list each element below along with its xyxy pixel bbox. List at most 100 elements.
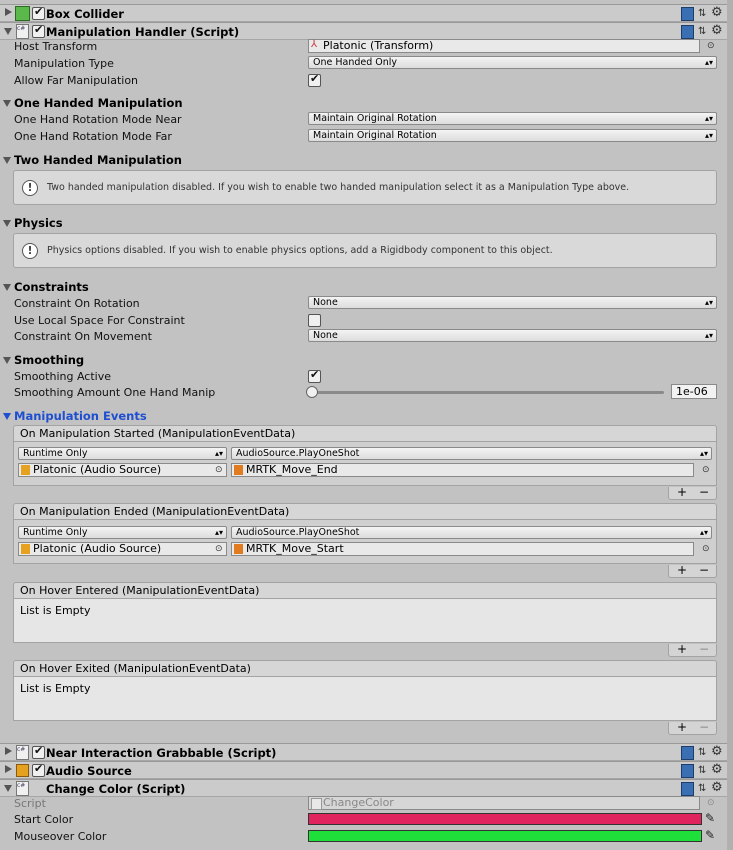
started-target-field[interactable]: Platonic (Audio Source) (18, 463, 227, 477)
change-color-header[interactable]: c# Change Color (Script) ⇅ ⚙ (0, 779, 733, 797)
object-picker-icon[interactable]: ⊙ (215, 544, 223, 554)
allow-far-checkbox[interactable] (308, 72, 321, 87)
near-interaction-enabled-checkbox[interactable] (32, 744, 45, 759)
dropdown-arrow-icon: ▴▾ (699, 449, 708, 458)
foldout-arrow-icon[interactable] (3, 357, 11, 364)
started-runtime-value: Runtime Only (23, 448, 88, 459)
foldout-arrow-icon[interactable] (5, 747, 12, 755)
ended-target-field[interactable]: Platonic (Audio Source) (18, 542, 227, 556)
foldout-arrow-icon[interactable] (3, 284, 11, 291)
foldout-arrow-icon[interactable] (5, 8, 12, 16)
local-space-checkbox[interactable] (308, 314, 321, 327)
ended-arg-field[interactable]: MRTK_Move_Start (231, 542, 694, 556)
object-picker-icon[interactable]: ⊙ (702, 544, 710, 554)
smoothing-slider-track[interactable] (312, 391, 664, 394)
audio-source-icon (21, 544, 30, 554)
started-arg-field[interactable]: MRTK_Move_End (231, 463, 694, 477)
physics-help-box: ! Physics options disabled. If you wish … (13, 233, 717, 268)
manipulation-handler-enabled-checkbox[interactable] (32, 23, 45, 38)
manipulation-handler-header[interactable]: c# Manipulation Handler (Script) ⇅ ⚙ (0, 22, 733, 40)
gear-icon[interactable]: ⚙ (711, 23, 723, 38)
physics-section[interactable]: Physics (14, 216, 63, 230)
object-picker-icon[interactable]: ⊙ (215, 465, 223, 475)
smoothing-slider-handle[interactable] (306, 386, 318, 398)
hover-exited-event-body: List is Empty (13, 677, 717, 721)
audio-source-header[interactable]: Audio Source ⇅ ⚙ (0, 761, 733, 779)
remove-button[interactable]: − (699, 563, 709, 577)
box-collider-header[interactable]: Box Collider ⇅ ⚙ (0, 4, 733, 22)
preset-icon[interactable]: ⇅ (698, 783, 706, 794)
started-runtime-dropdown[interactable]: Runtime Only ▴▾ (18, 447, 227, 460)
add-button[interactable]: + (677, 720, 687, 734)
header-icons: ⇅ ⚙ (681, 23, 725, 39)
dropdown-arrow-icon: ▴▾ (704, 298, 713, 307)
gear-icon[interactable]: ⚙ (711, 762, 723, 777)
mouseover-color-field[interactable] (308, 830, 702, 842)
manipulation-ended-event-header: On Manipulation Ended (ManipulationEvent… (13, 503, 717, 520)
help-book-icon[interactable] (681, 25, 694, 39)
two-handed-section[interactable]: Two Handed Manipulation (14, 153, 182, 167)
started-function-dropdown[interactable]: AudioSource.PlayOneShot ▴▾ (231, 447, 712, 460)
help-book-icon[interactable] (681, 782, 694, 796)
header-icons: ⇅ ⚙ (681, 762, 725, 778)
remove-button[interactable]: − (699, 720, 709, 734)
eyedropper-icon[interactable]: ✎ (705, 811, 715, 825)
smoothing-active-checkbox[interactable] (308, 368, 321, 383)
box-collider-enabled-checkbox[interactable] (32, 5, 45, 20)
near-rotation-dropdown[interactable]: Maintain Original Rotation ▴▾ (308, 112, 717, 125)
smoothing-amount-label: Smoothing Amount One Hand Manip (14, 386, 216, 399)
manipulation-events-section[interactable]: Manipulation Events (14, 409, 147, 423)
foldout-arrow-icon[interactable] (3, 220, 11, 227)
two-handed-help-text: Two handed manipulation disabled. If you… (47, 182, 630, 193)
near-rotation-value: Maintain Original Rotation (313, 113, 437, 124)
smoothing-amount-field[interactable]: 1e-06 (671, 384, 717, 399)
object-picker-icon[interactable]: ⊙ (702, 465, 710, 475)
constraint-rotation-label: Constraint On Rotation (14, 297, 140, 310)
box-collider-title: Box Collider (46, 7, 124, 21)
foldout-arrow-icon[interactable] (4, 28, 12, 35)
list-empty-text: List is Empty (20, 682, 91, 695)
far-rotation-label: One Hand Rotation Mode Far (14, 130, 172, 143)
gear-icon[interactable]: ⚙ (711, 744, 723, 759)
gear-icon[interactable]: ⚙ (711, 5, 723, 20)
foldout-arrow-icon[interactable] (3, 413, 11, 420)
remove-button[interactable]: − (699, 485, 709, 499)
header-icons: ⇅ ⚙ (681, 744, 725, 760)
start-color-field[interactable] (308, 813, 702, 825)
eyedropper-icon[interactable]: ✎ (705, 828, 715, 842)
add-button[interactable]: + (677, 563, 687, 577)
smoothing-section[interactable]: Smoothing (14, 353, 84, 367)
hover-entered-event-body: List is Empty (13, 599, 717, 643)
constraints-section[interactable]: Constraints (14, 280, 89, 294)
host-transform-field[interactable]: ⅄ Platonic (Transform) (308, 39, 700, 53)
manipulation-type-dropdown[interactable]: One Handed Only ▴▾ (308, 56, 717, 69)
inspector-scrollbar[interactable] (727, 0, 733, 850)
ended-target-value: Platonic (Audio Source) (33, 542, 162, 555)
preset-icon[interactable]: ⇅ (698, 747, 706, 758)
preset-icon[interactable]: ⇅ (698, 26, 706, 37)
gear-icon[interactable]: ⚙ (711, 780, 723, 795)
help-book-icon[interactable] (681, 746, 694, 760)
foldout-arrow-icon[interactable] (4, 785, 12, 792)
preset-icon[interactable]: ⇅ (698, 765, 706, 776)
remove-button[interactable]: − (699, 642, 709, 656)
constraint-rotation-dropdown[interactable]: None ▴▾ (308, 296, 717, 309)
physics-help-text: Physics options disabled. If you wish to… (47, 245, 553, 256)
ended-function-dropdown[interactable]: AudioSource.PlayOneShot ▴▾ (231, 526, 712, 539)
preset-icon[interactable]: ⇅ (698, 8, 706, 19)
near-interaction-header[interactable]: c# Near Interaction Grabbable (Script) ⇅… (0, 743, 733, 761)
foldout-arrow-icon[interactable] (3, 100, 11, 107)
foldout-arrow-icon[interactable] (3, 157, 11, 164)
object-picker-icon[interactable]: ⊙ (707, 41, 715, 51)
audio-source-enabled-checkbox[interactable] (32, 762, 45, 777)
add-button[interactable]: + (677, 485, 687, 499)
foldout-arrow-icon[interactable] (5, 765, 12, 773)
one-handed-section[interactable]: One Handed Manipulation (14, 96, 183, 110)
help-book-icon[interactable] (681, 764, 694, 778)
ended-runtime-dropdown[interactable]: Runtime Only ▴▾ (18, 526, 227, 539)
far-rotation-dropdown[interactable]: Maintain Original Rotation ▴▾ (308, 129, 717, 142)
add-button[interactable]: + (677, 642, 687, 656)
constraint-movement-dropdown[interactable]: None ▴▾ (308, 329, 717, 342)
list-empty-text: List is Empty (20, 604, 91, 617)
help-book-icon[interactable] (681, 7, 694, 21)
